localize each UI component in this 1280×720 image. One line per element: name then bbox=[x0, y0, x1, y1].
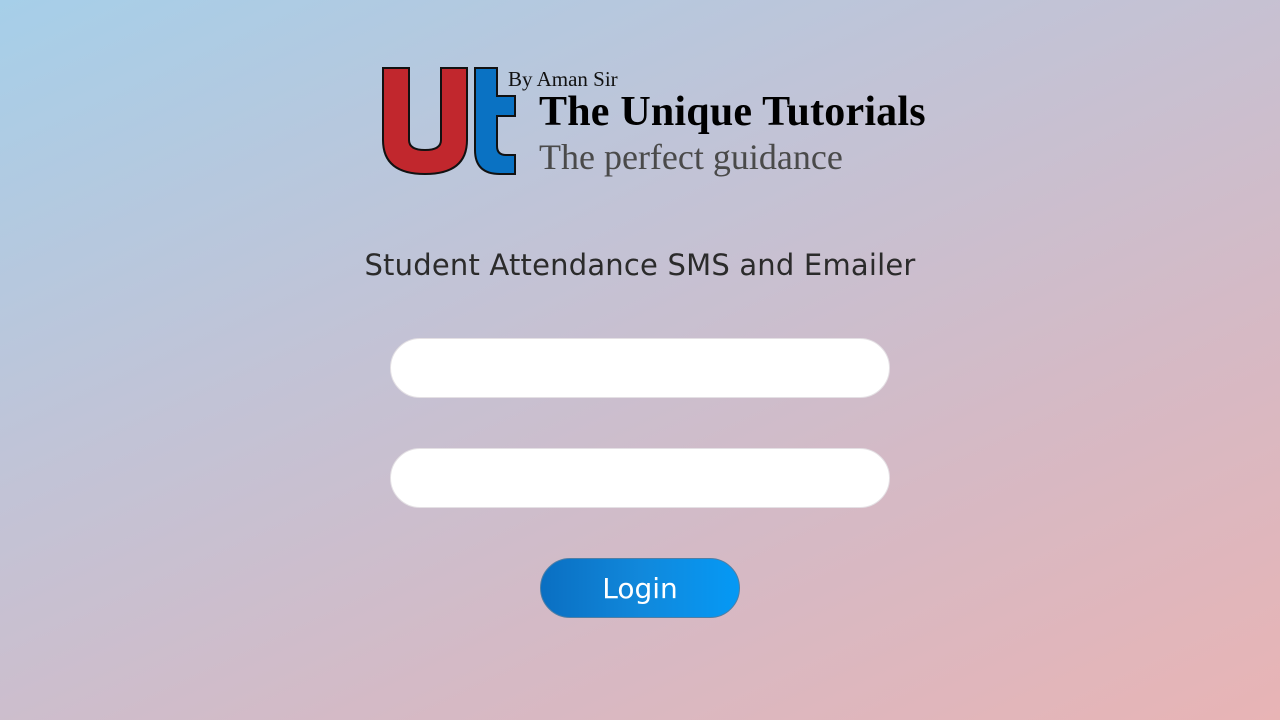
password-input[interactable] bbox=[390, 448, 890, 508]
logo-name: The Unique Tutorials bbox=[539, 89, 926, 135]
username-input[interactable] bbox=[390, 338, 890, 398]
login-button[interactable]: Login bbox=[540, 558, 740, 618]
brand-logo: By Aman Sir The Unique Tutorials The per… bbox=[380, 62, 926, 182]
page-title: Student Attendance SMS and Emailer bbox=[364, 248, 916, 282]
ut-monogram-icon bbox=[382, 67, 516, 176]
logo-tagline: The perfect guidance bbox=[539, 137, 843, 177]
